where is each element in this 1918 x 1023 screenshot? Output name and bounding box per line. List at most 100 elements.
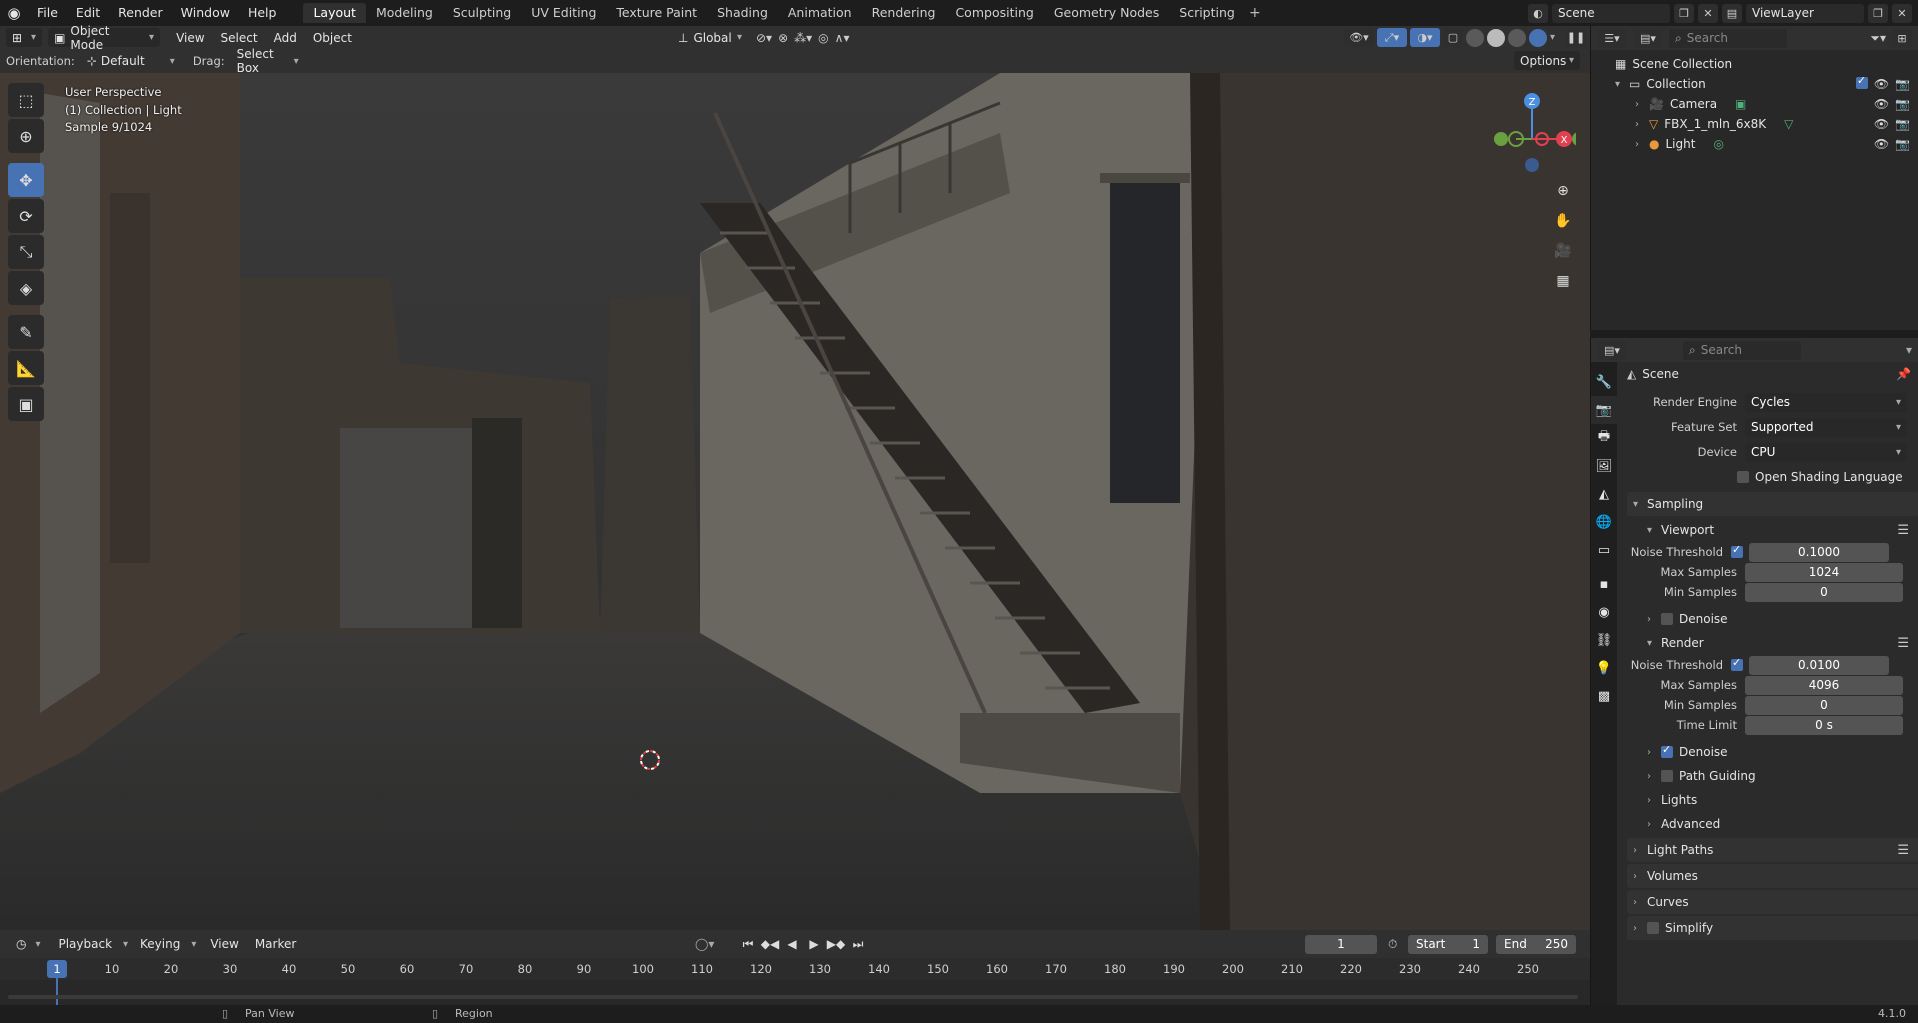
- properties-editor-icon[interactable]: ▤▾: [1597, 340, 1627, 360]
- zoom-icon[interactable]: ⊕: [1550, 178, 1576, 204]
- simplify-checkbox[interactable]: [1647, 922, 1659, 934]
- output-tab-icon[interactable]: 🖶: [1591, 424, 1617, 452]
- new-scene-icon[interactable]: ❐: [1674, 3, 1694, 23]
- outliner-search-input[interactable]: ⌕ Search: [1669, 28, 1787, 48]
- r-min-samples-field[interactable]: 0: [1745, 695, 1903, 715]
- menu-render[interactable]: Render: [109, 0, 172, 26]
- chevron-down-icon[interactable]: ▾: [1615, 79, 1629, 90]
- filter-icon[interactable]: ⏷▾: [1870, 31, 1886, 46]
- 3d-viewport[interactable]: User Perspective (1) Collection | Light …: [0, 73, 1590, 930]
- eye-icon[interactable]: 👁: [1874, 97, 1889, 111]
- presets-list-icon[interactable]: ☰: [1897, 523, 1909, 538]
- options-dropdown[interactable]: Options: [1514, 51, 1580, 70]
- proportional-edit-icon[interactable]: ◎: [818, 31, 828, 45]
- menu-add[interactable]: Add: [266, 31, 305, 45]
- menu-edit[interactable]: Edit: [67, 0, 109, 26]
- falloff-icon[interactable]: ∧▾: [835, 31, 850, 45]
- jump-end-icon[interactable]: ⏭: [848, 934, 868, 954]
- tool-tab-icon[interactable]: 🔧: [1591, 368, 1617, 396]
- render-engine-dropdown[interactable]: Cycles: [1745, 392, 1907, 412]
- presets-list-icon[interactable]: ☰: [1897, 843, 1909, 858]
- tab-geometry-nodes[interactable]: Geometry Nodes: [1044, 3, 1169, 23]
- add-cube-tool-icon[interactable]: ▣: [8, 387, 44, 421]
- annotate-tool-icon[interactable]: ✎: [8, 315, 44, 349]
- feature-set-dropdown[interactable]: Supported: [1745, 417, 1907, 437]
- current-frame-field[interactable]: 1: [1305, 934, 1377, 954]
- tab-sculpting[interactable]: Sculpting: [443, 3, 521, 23]
- viewport-subpanel-header[interactable]: ▾ Viewport ☰: [1627, 518, 1918, 542]
- transform-orientation-dropdown[interactable]: ⊥ Global: [672, 28, 748, 47]
- menu-file[interactable]: File: [28, 0, 67, 26]
- material-shading-icon[interactable]: [1507, 28, 1526, 47]
- eye-icon[interactable]: 👁: [1874, 77, 1889, 91]
- delete-view-layer-icon[interactable]: ✕: [1892, 3, 1912, 23]
- rendered-shading-icon[interactable]: [1528, 28, 1547, 47]
- play-reverse-icon[interactable]: ◀: [782, 934, 802, 954]
- vp-denoise-checkbox[interactable]: [1661, 613, 1673, 625]
- jump-start-icon[interactable]: ⏮: [738, 934, 758, 954]
- play-icon[interactable]: ▶: [804, 934, 824, 954]
- tab-texture-paint[interactable]: Texture Paint: [606, 3, 707, 23]
- advanced-subpanel-header[interactable]: › Advanced: [1627, 812, 1918, 836]
- lights-subpanel-header[interactable]: › Lights: [1627, 788, 1918, 812]
- wireframe-shading-icon[interactable]: [1465, 28, 1484, 47]
- chevron-right-icon[interactable]: ›: [1635, 99, 1649, 110]
- r-time-limit-field[interactable]: 0 s: [1745, 715, 1903, 735]
- render-subpanel-header[interactable]: ▾ Render ☰: [1627, 631, 1918, 655]
- tab-rendering[interactable]: Rendering: [862, 3, 946, 23]
- menu-select[interactable]: Select: [213, 31, 266, 45]
- rotate-tool-icon[interactable]: ⟳: [8, 199, 44, 233]
- chevron-right-icon[interactable]: ›: [1635, 139, 1649, 150]
- vp-max-samples-field[interactable]: 1024: [1745, 562, 1903, 582]
- properties-search-input[interactable]: ⌕ Search: [1683, 340, 1801, 360]
- new-collection-icon[interactable]: ⊞: [1892, 28, 1912, 48]
- shading-options-chevron-icon[interactable]: ▾: [1550, 32, 1555, 43]
- outliner-editor-icon[interactable]: ☰▾: [1597, 28, 1627, 48]
- eye-icon[interactable]: 👁: [1874, 117, 1889, 131]
- physics-tab-icon[interactable]: ◉: [1591, 598, 1617, 626]
- snap-target-icon[interactable]: ⁂▾: [794, 31, 812, 45]
- chevron-right-icon[interactable]: ›: [1635, 119, 1649, 130]
- constraints-tab-icon[interactable]: ⛓: [1591, 626, 1617, 654]
- tab-layout[interactable]: Layout: [303, 3, 366, 23]
- drag-dropdown[interactable]: Select Box: [230, 47, 305, 75]
- end-frame-field[interactable]: End 250: [1496, 934, 1576, 954]
- camera-view-icon[interactable]: 🎥: [1550, 238, 1576, 264]
- scale-tool-icon[interactable]: ⤡: [8, 235, 44, 269]
- tab-modeling[interactable]: Modeling: [366, 3, 443, 23]
- path-guiding-subpanel-header[interactable]: › Path Guiding: [1627, 764, 1918, 788]
- scene-icon[interactable]: ◐: [1528, 3, 1548, 23]
- new-view-layer-icon[interactable]: ❐: [1868, 3, 1888, 23]
- current-frame-marker[interactable]: 1: [47, 960, 67, 978]
- orientation-dropdown[interactable]: ⊹ Default: [80, 51, 181, 71]
- display-mode-icon[interactable]: ▤▾: [1633, 28, 1663, 48]
- pan-hand-icon[interactable]: ✋: [1550, 208, 1576, 234]
- outliner-row-camera[interactable]: › 🎥 Camera ▣ 👁 📷: [1591, 94, 1918, 114]
- next-keyframe-icon[interactable]: ▶◆: [826, 934, 846, 954]
- vp-noise-threshold-checkbox[interactable]: [1731, 543, 1743, 558]
- solid-shading-icon[interactable]: [1486, 28, 1505, 47]
- volumes-panel-header[interactable]: › Volumes: [1627, 864, 1918, 888]
- preview-range-icon[interactable]: ⏱: [1388, 937, 1397, 952]
- prev-keyframe-icon[interactable]: ◆◀: [760, 934, 780, 954]
- object-data-tab-icon[interactable]: 💡: [1591, 654, 1617, 682]
- r-denoise-checkbox[interactable]: [1661, 743, 1673, 758]
- frame-ruler[interactable]: 1 10 20 30 40 50 60 70 80 90 100 110 120…: [0, 958, 1590, 980]
- osl-checkbox[interactable]: [1737, 471, 1749, 483]
- object-tab-icon[interactable]: ▪: [1591, 570, 1617, 598]
- r-noise-threshold-field[interactable]: 0.0100: [1749, 655, 1889, 675]
- menu-view[interactable]: View: [168, 31, 212, 45]
- texture-tab-icon[interactable]: ▩: [1591, 682, 1617, 710]
- overlay-toggle-icon[interactable]: ◑▾: [1409, 28, 1440, 47]
- auto-keying-icon[interactable]: ◯▾: [695, 937, 714, 951]
- measure-tool-icon[interactable]: 📐: [8, 351, 44, 385]
- view-layer-field[interactable]: ViewLayer: [1746, 3, 1864, 23]
- pause-render-icon[interactable]: ❚❚: [1566, 28, 1586, 47]
- eye-icon[interactable]: 👁: [1874, 137, 1889, 151]
- tab-shading[interactable]: Shading: [707, 3, 778, 23]
- camera-render-icon[interactable]: 📷: [1895, 97, 1910, 111]
- chevron-down-icon[interactable]: ▾: [1906, 343, 1912, 357]
- sampling-panel-header[interactable]: ▾ Sampling: [1627, 492, 1918, 516]
- add-workspace-icon[interactable]: +: [1245, 5, 1265, 21]
- timeline-view-menu[interactable]: View: [202, 937, 246, 951]
